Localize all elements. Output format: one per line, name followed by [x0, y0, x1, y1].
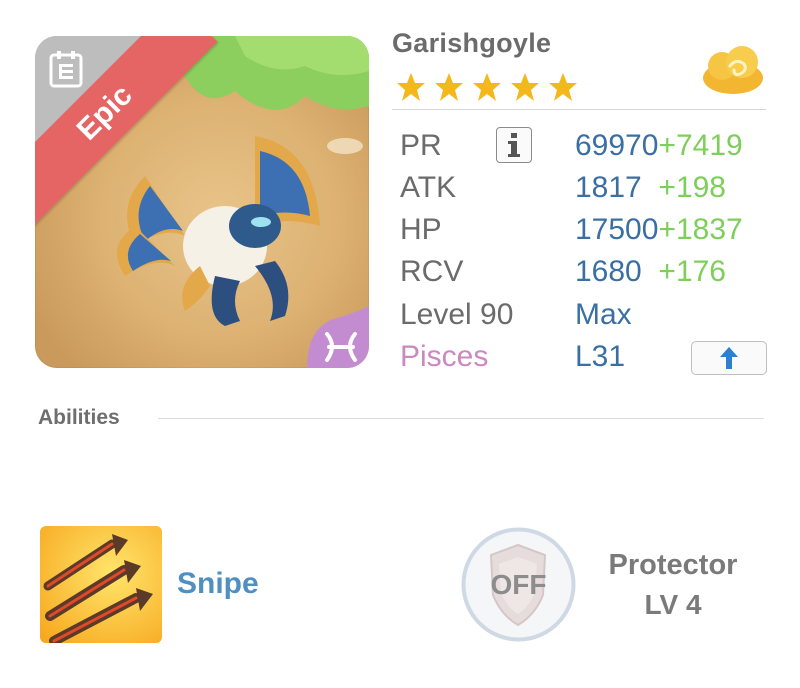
stat-label: PR: [400, 129, 442, 162]
stat-label: RCV: [400, 255, 464, 288]
monster-name: Garishgoyle: [392, 28, 552, 58]
info-button[interactable]: [496, 127, 532, 163]
info-icon: [508, 133, 520, 157]
arrow-up-icon: [720, 347, 738, 369]
ability-snipe-label[interactable]: Snipe: [177, 567, 259, 601]
snipe-icon[interactable]: [40, 526, 162, 643]
stat-bonus: +198: [658, 171, 726, 204]
ability-protector-level: LV 4: [644, 589, 702, 620]
cloud-icon[interactable]: [700, 44, 766, 96]
monster-portrait[interactable]: Epic: [35, 36, 369, 368]
stat-label: ATK: [400, 171, 457, 204]
protector-shield-icon[interactable]: OFF: [461, 527, 576, 642]
upgrade-button[interactable]: [691, 341, 767, 375]
star-icon: [511, 73, 539, 101]
stat-value: 17500+1837: [575, 213, 743, 246]
star-rating: [396, 72, 578, 102]
stat-value: 1817 +198: [575, 171, 726, 204]
abilities-heading: Abilities: [38, 406, 120, 429]
stat-bonus: +1837: [658, 213, 743, 246]
sign-label: Pisces: [400, 340, 489, 373]
level-label: Level 90: [400, 298, 514, 331]
protector-state: OFF: [491, 569, 547, 600]
ability-protector-name: Protector: [608, 549, 738, 581]
abilities-divider: [158, 418, 764, 419]
stat-value: 1680 +176: [575, 255, 726, 288]
star-icon: [397, 73, 425, 101]
header-divider: [392, 109, 766, 110]
stat-bonus: +7419: [658, 129, 743, 162]
star-icon: [435, 73, 463, 101]
document-icon[interactable]: [49, 50, 83, 88]
level-value: Max: [575, 298, 632, 331]
sign-level: L31: [575, 340, 626, 373]
star-icon: [549, 73, 577, 101]
pisces-icon: [307, 306, 369, 368]
stat-label: HP: [400, 213, 442, 246]
stat-value: 69970+7419: [575, 129, 743, 162]
stat-bonus: +176: [658, 255, 726, 288]
star-icon: [473, 73, 501, 101]
